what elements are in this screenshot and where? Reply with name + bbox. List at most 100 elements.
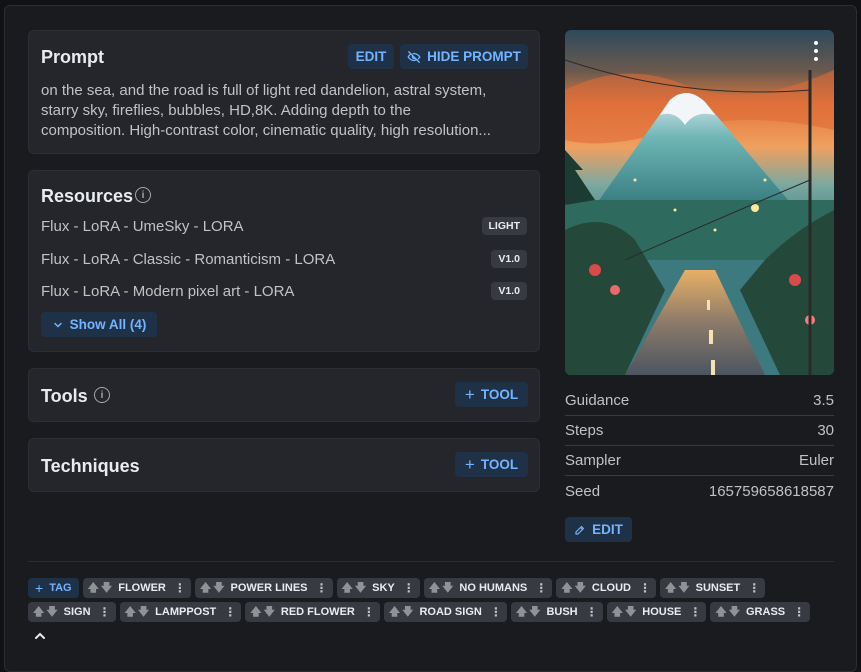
prompt-line: starry sky, fireflies, bubbles, HD,8K. A… [41, 102, 411, 119]
tag-chip[interactable]: 🡅 🡇 ROAD SIGN ⋮ [383, 602, 507, 622]
chevron-up-icon[interactable] [32, 628, 48, 644]
vote-arrows[interactable]: 🡅 🡇 [429, 579, 454, 598]
arrow-down-icon[interactable]: 🡇 [101, 579, 112, 598]
arrow-up-icon[interactable]: 🡅 [612, 603, 623, 622]
show-all-resources-button[interactable]: Show All (4) [41, 312, 157, 337]
arrow-down-icon[interactable]: 🡇 [529, 603, 540, 622]
image-menu-icon[interactable] [814, 41, 820, 61]
tag-chip[interactable]: 🡅 🡇 SUNSET ⋮ [659, 578, 766, 598]
arrow-down-icon[interactable]: 🡇 [729, 603, 740, 622]
arrow-up-icon[interactable]: 🡅 [88, 579, 99, 598]
arrow-down-icon[interactable]: 🡇 [213, 579, 224, 598]
tag-menu-icon[interactable]: ⋮ [748, 581, 760, 595]
resource-version-badge: LIGHT [481, 217, 527, 235]
plus-icon: + [464, 454, 475, 474]
arrow-up-icon[interactable]: 🡅 [429, 579, 440, 598]
hide-prompt-button[interactable]: HIDE PROMPT [400, 44, 528, 69]
vote-arrows[interactable]: 🡅 🡇 [125, 603, 150, 622]
tag-menu-icon[interactable]: ⋮ [363, 605, 375, 619]
arrow-up-icon[interactable]: 🡅 [342, 579, 353, 598]
tag-chip[interactable]: 🡅 🡇 FLOWER ⋮ [82, 578, 191, 598]
tag-chip[interactable]: 🡅 🡇 RED FLOWER ⋮ [245, 602, 380, 622]
tag-menu-icon[interactable]: ⋮ [535, 581, 547, 595]
arrow-down-icon[interactable]: 🡇 [46, 603, 57, 622]
arrow-down-icon[interactable]: 🡇 [355, 579, 366, 598]
param-steps: Steps 30 [565, 416, 834, 446]
vote-arrows[interactable]: 🡅 🡇 [33, 603, 58, 622]
arrow-down-icon[interactable]: 🡇 [138, 603, 149, 622]
arrow-up-icon[interactable]: 🡅 [125, 603, 136, 622]
tag-chip[interactable]: 🡅 🡇 CLOUD ⋮ [556, 578, 656, 598]
prompt-text: on the sea, and the road is full of ligh… [41, 81, 533, 141]
tag-chip[interactable]: 🡅 🡇 SIGN ⋮ [28, 602, 116, 622]
resource-item[interactable]: Flux - LoRA - Classic - Romanticism - LO… [41, 248, 527, 270]
edit-prompt-button[interactable]: EDIT [348, 44, 394, 69]
add-tag-button[interactable]: + TAG [28, 578, 79, 598]
vote-arrows[interactable]: 🡅 🡇 [342, 579, 367, 598]
param-value: Euler [798, 452, 834, 469]
vote-arrows[interactable]: 🡅 🡇 [88, 579, 113, 598]
tag-chip[interactable]: 🡅 🡇 HOUSE ⋮ [606, 602, 707, 622]
tag-label: NO HUMANS [459, 582, 528, 594]
add-tool-button[interactable]: + TOOL [455, 382, 528, 407]
vote-arrows[interactable]: 🡅 🡇 [516, 603, 541, 622]
chevron-down-icon [53, 322, 62, 328]
vote-arrows[interactable]: 🡅 🡇 [715, 603, 740, 622]
tag-menu-icon[interactable]: ⋮ [639, 581, 651, 595]
tag-menu-icon[interactable]: ⋮ [689, 605, 701, 619]
resources-title: Resources [41, 186, 134, 206]
tag-chip[interactable]: 🡅 🡇 POWER LINES ⋮ [194, 578, 333, 598]
tag-chip[interactable]: 🡅 🡇 BUSH ⋮ [510, 602, 603, 622]
vote-arrows[interactable]: 🡅 🡇 [665, 579, 690, 598]
tools-card: Tools i + TOOL [28, 368, 540, 422]
vote-arrows[interactable]: 🡅 🡇 [389, 603, 414, 622]
tag-menu-icon[interactable]: ⋮ [403, 581, 415, 595]
tag-menu-icon[interactable]: ⋮ [316, 581, 328, 595]
arrow-up-icon[interactable]: 🡅 [561, 579, 572, 598]
resource-version-badge: V1.0 [491, 282, 527, 300]
arrow-up-icon[interactable]: 🡅 [389, 603, 400, 622]
tag-menu-icon[interactable]: ⋮ [174, 581, 186, 595]
tag-chip[interactable]: 🡅 🡇 GRASS ⋮ [710, 602, 811, 622]
tag-menu-icon[interactable]: ⋮ [490, 605, 502, 619]
plus-icon: + [464, 384, 475, 404]
arrow-up-icon[interactable]: 🡅 [33, 603, 44, 622]
arrow-down-icon[interactable]: 🡇 [442, 579, 453, 598]
arrow-down-icon[interactable]: 🡇 [264, 603, 275, 622]
arrow-down-icon[interactable]: 🡇 [678, 579, 689, 598]
arrow-down-icon[interactable]: 🡇 [575, 579, 586, 598]
tag-chip[interactable]: 🡅 🡇 LAMPPOST ⋮ [119, 602, 242, 622]
tag-chip[interactable]: 🡅 🡇 NO HUMANS ⋮ [423, 578, 553, 598]
edit-params-button[interactable]: EDIT [565, 517, 632, 542]
show-all-label: Show All (4) [69, 317, 147, 332]
prompt-title: Prompt [41, 47, 104, 67]
tag-chip[interactable]: 🡅 🡇 SKY ⋮ [336, 578, 420, 598]
tag-label: SUNSET [695, 582, 741, 594]
vote-arrows[interactable]: 🡅 🡇 [561, 579, 586, 598]
arrow-up-icon[interactable]: 🡅 [715, 603, 726, 622]
tag-menu-icon[interactable]: ⋮ [793, 605, 805, 619]
vote-arrows[interactable]: 🡅 🡇 [250, 603, 275, 622]
vote-arrows[interactable]: 🡅 🡇 [612, 603, 637, 622]
tag-label: SIGN [63, 606, 91, 618]
tag-menu-icon[interactable]: ⋮ [99, 605, 111, 619]
arrow-down-icon[interactable]: 🡇 [402, 603, 413, 622]
tag-menu-icon[interactable]: ⋮ [586, 605, 598, 619]
resource-item[interactable]: Flux - LoRA - Modern pixel art - LORA V1… [41, 280, 527, 302]
arrow-up-icon[interactable]: 🡅 [250, 603, 261, 622]
tag-label: BUSH [546, 606, 578, 618]
arrow-up-icon[interactable]: 🡅 [665, 579, 676, 598]
info-icon[interactable]: i [135, 187, 151, 203]
resource-item[interactable]: Flux - LoRA - UmeSky - LORA LIGHT [41, 215, 527, 237]
arrow-down-icon[interactable]: 🡇 [625, 603, 636, 622]
vote-arrows[interactable]: 🡅 🡇 [200, 579, 225, 598]
arrow-up-icon[interactable]: 🡅 [200, 579, 211, 598]
generated-image[interactable] [565, 30, 834, 375]
tag-menu-icon[interactable]: ⋮ [224, 605, 236, 619]
techniques-title: Techniques [41, 456, 140, 476]
arrow-up-icon[interactable]: 🡅 [516, 603, 527, 622]
add-technique-button[interactable]: + TOOL [455, 452, 528, 477]
tag-label: GRASS [746, 606, 786, 618]
info-icon[interactable]: i [94, 387, 110, 403]
param-seed: Seed 165759658618587 [565, 476, 834, 506]
